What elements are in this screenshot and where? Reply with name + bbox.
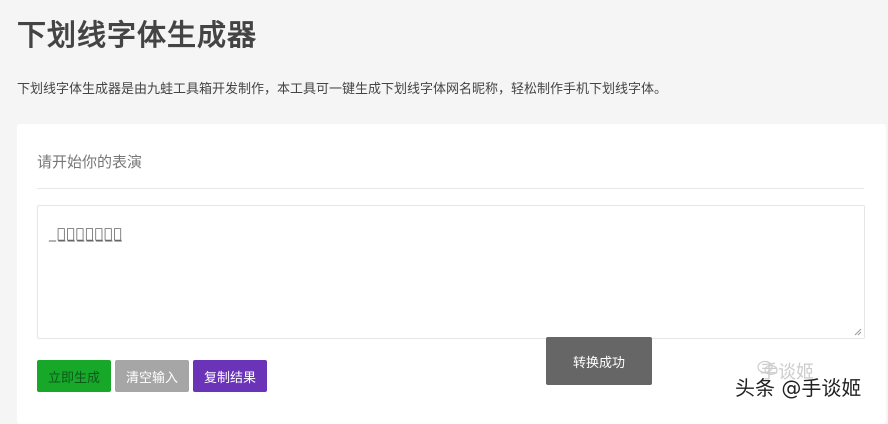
text-input-area[interactable]: ̲手̲谈̲姬̲天̲下̲第̲一̲ (37, 205, 865, 339)
page-title: 下划线字体生成器 (17, 18, 258, 52)
card-header: 请开始你的表演 (37, 153, 143, 171)
copy-result-button[interactable]: 复制结果 (193, 360, 267, 392)
generate-button[interactable]: 立即生成 (37, 360, 111, 392)
toast-message: 转换成功 (546, 337, 652, 385)
page-description: 下划线字体生成器是由九蛙工具箱开发制作，本工具可一键生成下划线字体网名昵称，轻松… (17, 82, 668, 97)
clear-input-button[interactable]: 清空输入 (115, 360, 189, 392)
watermark-text: 头条 @手谈姬 (735, 376, 862, 400)
resize-grip-icon[interactable] (854, 328, 862, 336)
card-divider (37, 188, 864, 189)
text-input-value: ̲手̲谈̲姬̲天̲下̲第̲一̲ (56, 226, 123, 242)
